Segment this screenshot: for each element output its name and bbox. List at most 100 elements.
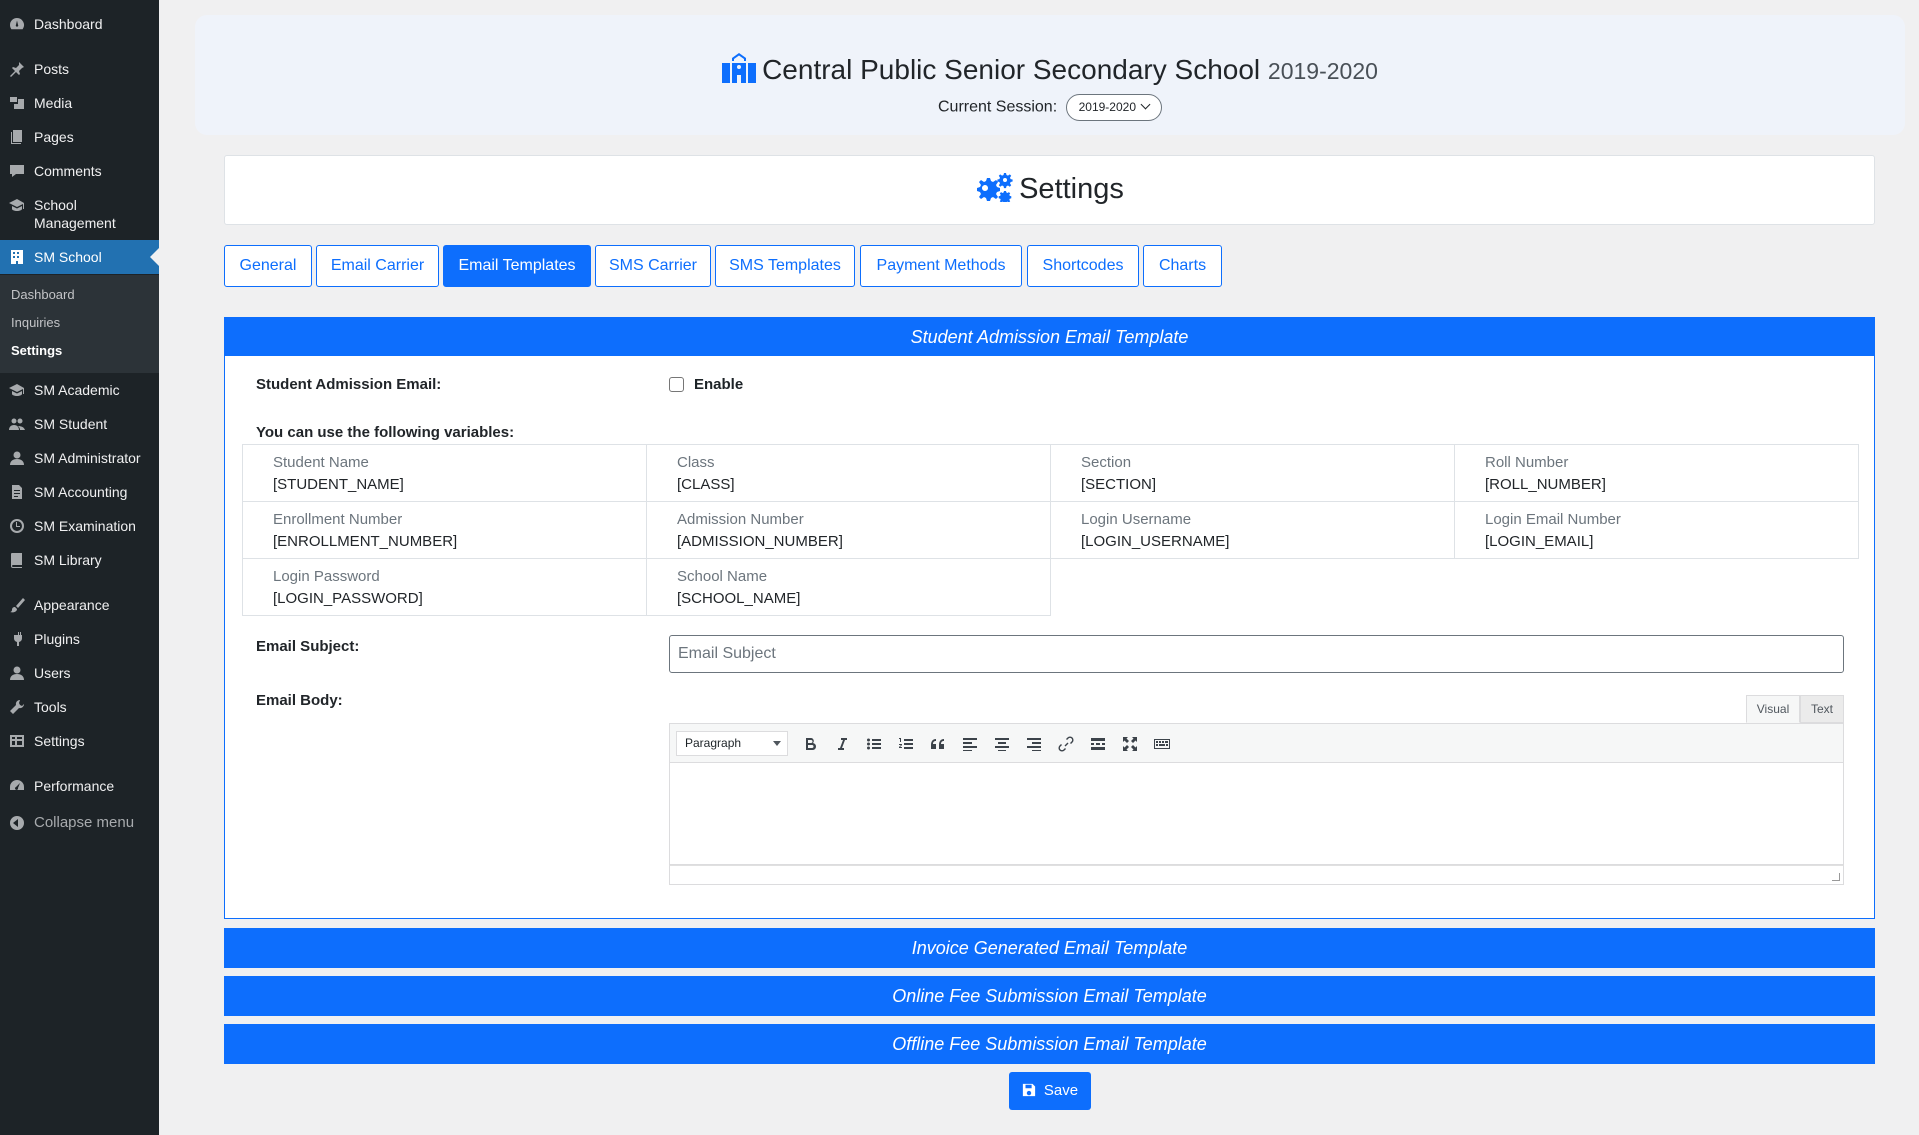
school-name: Central Public Senior Secondary School: [762, 54, 1261, 85]
align-center-icon: [995, 738, 1009, 751]
student-admission-template-header[interactable]: Student Admission Email Template: [224, 317, 1875, 357]
tab-email-carrier[interactable]: Email Carrier: [316, 245, 439, 287]
collapse-menu-button[interactable]: Collapse menu: [0, 814, 159, 832]
sidebar-item-sm-accounting[interactable]: SM Accounting: [0, 483, 159, 501]
sidebar-item-sm-library[interactable]: SM Library: [0, 551, 159, 569]
sidebar-item-pages[interactable]: Pages: [0, 128, 159, 146]
sidebar-item-label: Users: [34, 665, 71, 681]
insert-link-button[interactable]: [1054, 732, 1078, 756]
sidebar-item-sm-examination[interactable]: SM Examination: [0, 517, 159, 535]
format-select[interactable]: Paragraph: [676, 731, 788, 756]
school-title: Central Public Senior Secondary School 2…: [195, 53, 1905, 86]
page-title: Settings: [225, 172, 1874, 206]
chevron-down-icon: [1140, 99, 1151, 110]
save-button[interactable]: Save: [1009, 1072, 1091, 1110]
sidebar-item-sm-school[interactable]: SM School: [0, 240, 159, 274]
toolbar-toggle-button[interactable]: [1150, 732, 1174, 756]
session-select[interactable]: 2019-2020: [1065, 94, 1162, 121]
bold-button[interactable]: [798, 732, 822, 756]
tab-payment-methods[interactable]: Payment Methods: [860, 245, 1022, 287]
sidebar-item-label: SM School: [34, 249, 102, 265]
align-left-button[interactable]: [958, 732, 982, 756]
submenu-dashboard[interactable]: Dashboard: [11, 287, 75, 302]
numbered-list-button[interactable]: [894, 732, 918, 756]
school-year: 2019-2020: [1267, 58, 1378, 84]
sidebar-item-sm-academic[interactable]: SM Academic: [0, 381, 159, 399]
align-right-button[interactable]: [1022, 732, 1046, 756]
school-icon: [722, 53, 757, 83]
variable-code: [LOGIN_EMAIL]: [1485, 533, 1594, 550]
italic-button[interactable]: [830, 732, 854, 756]
sidebar-item-school-management[interactable]: School Management: [0, 196, 159, 232]
align-right-icon: [1027, 738, 1041, 751]
sidebar-item-label: SM Student: [34, 416, 108, 432]
gears-icon: [977, 173, 1013, 204]
sidebar-item-label: Performance: [34, 778, 115, 794]
align-center-button[interactable]: [990, 732, 1014, 756]
enable-checkbox[interactable]: [669, 377, 684, 392]
submenu-inquiries[interactable]: Inquiries: [11, 315, 60, 330]
pin-icon: [8, 60, 26, 78]
sidebar-item-tools[interactable]: Tools: [0, 698, 159, 716]
email-subject-input[interactable]: Email Subject: [669, 635, 1844, 673]
sidebar-item-settings[interactable]: Settings: [0, 732, 159, 750]
sidebar-item-dashboard[interactable]: Dashboard: [0, 15, 159, 33]
tab-shortcodes[interactable]: Shortcodes: [1027, 245, 1139, 287]
admission-email-label: Student Admission Email:: [256, 376, 442, 393]
sidebar-item-label: Appearance: [34, 597, 110, 613]
tab-charts[interactable]: Charts: [1143, 245, 1222, 287]
variable-name: Login Email Number: [1485, 511, 1621, 528]
dashboard-icon: [8, 15, 26, 33]
online-fee-template-header[interactable]: Online Fee Submission Email Template: [224, 976, 1875, 1016]
enable-checkbox-row[interactable]: Enable: [669, 376, 743, 393]
fullscreen-button[interactable]: [1118, 732, 1142, 756]
sidebar-item-users[interactable]: Users: [0, 664, 159, 682]
sidebar-item-comments[interactable]: Comments: [0, 162, 159, 180]
sidebar-item-plugins[interactable]: Plugins: [0, 630, 159, 648]
building-icon: [8, 248, 26, 266]
variable-cell: Roll Number [ROLL_NUMBER]: [1454, 444, 1859, 502]
variable-code: [SECTION]: [1081, 476, 1157, 493]
settings-title-text: Settings: [1019, 173, 1124, 205]
caret-down-icon: [773, 741, 781, 750]
user-icon: [8, 664, 26, 682]
sidebar-item-posts[interactable]: Posts: [0, 60, 159, 78]
submenu-settings[interactable]: Settings: [11, 343, 62, 358]
offline-fee-template-header[interactable]: Offline Fee Submission Email Template: [224, 1024, 1875, 1064]
resize-handle-icon[interactable]: [1832, 873, 1840, 881]
variable-cell: Admission Number [ADMISSION_NUMBER]: [646, 501, 1051, 559]
bullet-list-button[interactable]: [862, 732, 886, 756]
tab-sms-carrier[interactable]: SMS Carrier: [595, 245, 711, 287]
variable-cell: Enrollment Number [ENROLLMENT_NUMBER]: [242, 501, 647, 559]
sidebar-item-performance[interactable]: Performance: [0, 777, 159, 795]
tab-sms-templates[interactable]: SMS Templates: [715, 245, 855, 287]
align-left-icon: [963, 738, 977, 751]
variable-code: [ENROLLMENT_NUMBER]: [273, 533, 458, 550]
blockquote-button[interactable]: [926, 732, 950, 756]
gauge-icon: [8, 777, 26, 795]
sidebar-item-label: Tools: [34, 699, 67, 715]
variable-cell: Login Username [LOGIN_USERNAME]: [1050, 501, 1455, 559]
editor-tab-text[interactable]: Text: [1800, 695, 1844, 723]
sidebar-item-sm-student[interactable]: SM Student: [0, 415, 159, 433]
sidebar-item-label: SM Academic: [34, 382, 120, 398]
invoice-generated-template-header[interactable]: Invoice Generated Email Template: [224, 928, 1875, 968]
plug-icon: [8, 630, 26, 648]
sidebar-item-media[interactable]: Media: [0, 94, 159, 112]
editor-tab-visual[interactable]: Visual: [1746, 695, 1800, 723]
variable-code: [STUDENT_NAME]: [273, 476, 404, 493]
tab-email-templates[interactable]: Email Templates: [443, 245, 591, 287]
sidebar-item-label: SM Accounting: [34, 484, 128, 500]
tab-general[interactable]: General: [224, 245, 312, 287]
sidebar-item-label: Media: [34, 95, 73, 111]
sidebar-item-label: Pages: [34, 129, 74, 145]
read-more-button[interactable]: [1086, 732, 1110, 756]
email-body-editor[interactable]: [669, 763, 1844, 865]
variable-code: [LOGIN_USERNAME]: [1081, 533, 1230, 550]
sidebar-item-sm-administrator[interactable]: SM Administrator: [0, 449, 159, 467]
read-more-icon: [1091, 738, 1105, 750]
variable-code: [SCHOOL_NAME]: [677, 590, 801, 607]
editor-statusbar: [669, 865, 1844, 885]
variable-code: [CLASS]: [677, 476, 735, 493]
sidebar-item-appearance[interactable]: Appearance: [0, 596, 159, 614]
